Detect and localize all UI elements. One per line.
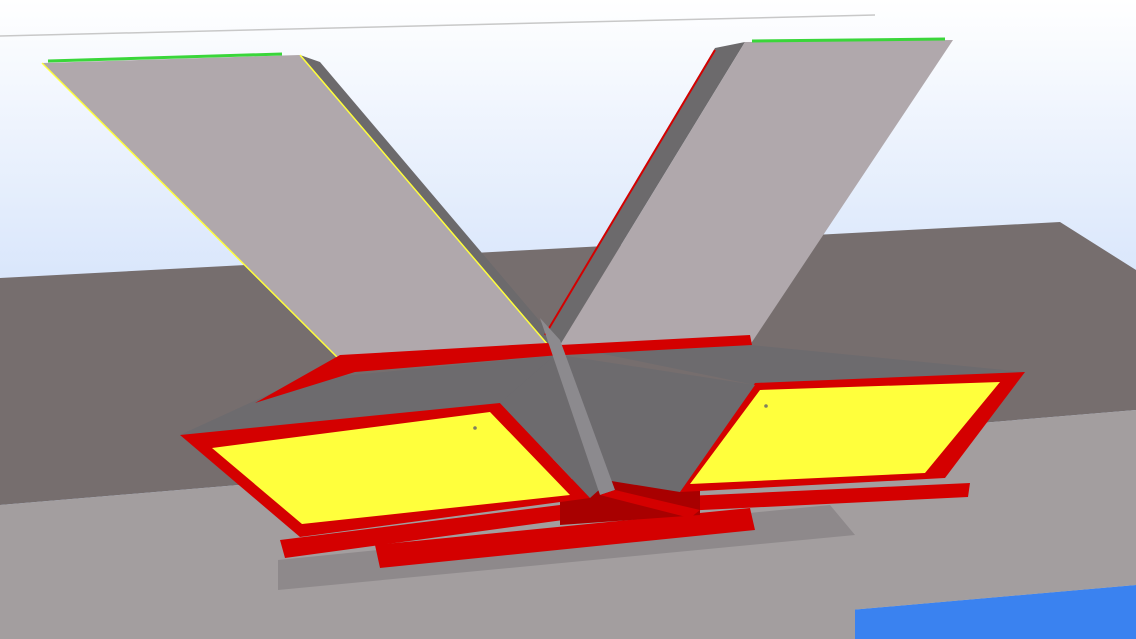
- 3d-model-viewport[interactable]: [0, 0, 1136, 639]
- steel-connection-model: [0, 0, 1136, 639]
- left-bolt-marker: [473, 426, 477, 430]
- right-plate-green-edge: [751, 37, 946, 43]
- right-bolt-marker: [764, 404, 768, 408]
